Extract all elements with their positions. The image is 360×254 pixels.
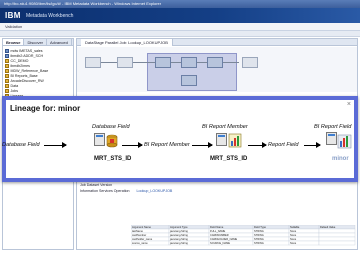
- grid-value: STRING: [254, 241, 264, 245]
- job-canvas[interactable]: [77, 47, 357, 92]
- grid-cell: [318, 228, 356, 234]
- edge-arrow: [192, 142, 213, 148]
- stage-icon[interactable]: [155, 57, 171, 68]
- toolbar: [0, 31, 360, 37]
- folder-icon: [5, 73, 9, 78]
- property-row: Job Dataset Version: [80, 183, 113, 187]
- stage-icon[interactable]: [181, 75, 197, 86]
- grid-value: cardNumber: [132, 233, 146, 237]
- grid-value: STRING: [254, 233, 264, 237]
- grid-header: Argument Type: [170, 225, 188, 229]
- edge-arrow: [248, 142, 267, 148]
- grid-header: Argument Name: [132, 225, 151, 229]
- edge-label-bi-report-member: BI Report Member: [144, 142, 190, 148]
- grid-cell: [318, 236, 356, 242]
- tab-browse[interactable]: Browse: [3, 39, 25, 45]
- grid-value: CARDNUMBER: [210, 233, 229, 237]
- grid-value: java.lang.String: [169, 229, 188, 233]
- folder-icon: [5, 58, 9, 63]
- stage-icon[interactable]: [242, 57, 258, 68]
- edge-arrow: [122, 142, 143, 148]
- folder-icon: [5, 83, 9, 88]
- grid-cell: [318, 240, 356, 246]
- edge-label-report-field: Report Field: [268, 142, 299, 148]
- grid-header: Field Name: [210, 225, 224, 229]
- node-name[interactable]: MRT_STS_ID: [94, 156, 131, 162]
- edge-arrow: [304, 142, 321, 148]
- grid-value: lastName: [132, 229, 144, 233]
- browser-window: { "window": { "title": "http://bo-rdu1:9…: [0, 0, 360, 254]
- breadcrumb-item[interactable]: Validation: [5, 24, 22, 29]
- stage-icon[interactable]: [85, 57, 101, 68]
- grid-value: cardholder_name: [132, 237, 153, 241]
- database-field-icon: [94, 133, 118, 148]
- product-name: Metadata Workbench: [26, 13, 74, 19]
- breadcrumb: Validation: [0, 23, 360, 31]
- grid-value: STRING: [254, 237, 264, 241]
- tab-job[interactable]: DataStage Parallel Job: Lookup_LOOKUPJOB: [81, 39, 173, 46]
- app-banner: IBM Metadata Workbench: [0, 8, 360, 23]
- window-title: http://bo-rdu1:9080/ibm/iis/igc/#/ - IBM…: [0, 0, 360, 8]
- grid-value: None: [290, 229, 297, 233]
- grid-value: java.lang.String: [169, 241, 188, 245]
- grid-value: None: [290, 237, 297, 241]
- grid-value: java.lang.String: [169, 233, 188, 237]
- dialog-title: Lineage for: minor: [10, 104, 81, 113]
- folder-icon: [5, 68, 9, 73]
- grid-value: None: [290, 241, 297, 245]
- job-tabs: DataStage Parallel Job: Lookup_LOOKUPJOB: [77, 39, 357, 46]
- tab-advanced[interactable]: Advanced: [47, 39, 72, 45]
- grid-value: FULL_NAME: [210, 229, 226, 233]
- grid-header: Default Value: [320, 225, 336, 229]
- left-tabs: Browse Discover Advanced: [3, 39, 73, 46]
- ibm-logo: IBM: [5, 11, 21, 20]
- folder-icon: [5, 88, 9, 93]
- grid-header: Nullable: [290, 225, 300, 229]
- stage-icon[interactable]: [181, 57, 197, 68]
- bi-report-field-icon: [326, 132, 352, 149]
- property-row: Information Services Operation Lookup_LO…: [80, 189, 173, 193]
- node-name-selected[interactable]: minor: [332, 156, 349, 162]
- grid-header: Field Type: [254, 225, 266, 229]
- folder-icon: [5, 63, 9, 68]
- grid-value: STRING: [254, 229, 264, 233]
- node-name[interactable]: MRT_STS_ID: [210, 156, 247, 162]
- grid-cell: [318, 232, 356, 238]
- lineage-dialog: × Lineage for: minor Database Field Data…: [2, 96, 358, 182]
- database-icon: [5, 48, 9, 53]
- node-type-database-field: Database Field: [92, 124, 130, 130]
- tab-discover[interactable]: Discover: [24, 39, 48, 45]
- grid-value: source_name: [132, 241, 148, 245]
- node-type-bi-report-member: BI Report Member: [202, 124, 248, 130]
- stage-icon[interactable]: [117, 57, 133, 68]
- properties-grid: Argument Name Argument Type Field Name Fiel…: [131, 225, 356, 246]
- bi-report-member-icon: [216, 133, 242, 148]
- grid-value: CARDHOLDER_NAME: [210, 237, 237, 241]
- database-icon: [5, 53, 9, 58]
- node-type-bi-report-field: BI Report Field: [314, 124, 352, 130]
- lineage-graph: Lineage for: minor Database Field Databa…: [2, 100, 354, 178]
- grid-value: None: [290, 233, 297, 237]
- grid-value: java.lang.String: [169, 237, 188, 241]
- folder-icon: [5, 78, 9, 83]
- edge-label-database-field: Database Field: [2, 142, 40, 148]
- edge-arrow: [44, 142, 67, 148]
- stage-icon[interactable]: [207, 57, 223, 68]
- grid-value: SOURCE_NAME: [210, 241, 230, 245]
